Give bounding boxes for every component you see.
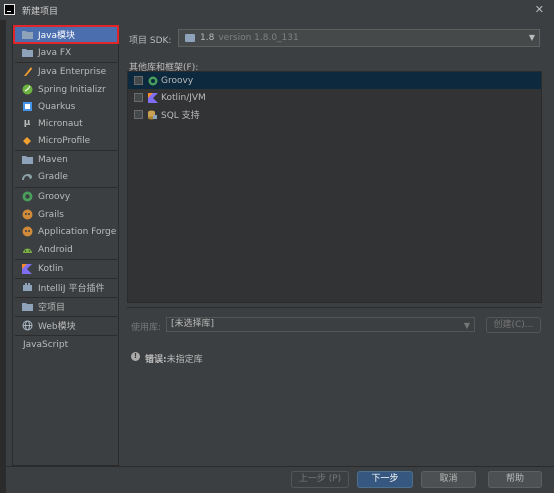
error-detail: 未指定库 bbox=[166, 355, 203, 365]
sdk-version: version 1.8.0_131 bbox=[218, 33, 299, 43]
groovy-icon bbox=[147, 75, 158, 86]
spring-icon bbox=[21, 84, 33, 96]
sidebar-item-label: Java模块 bbox=[38, 31, 76, 41]
sidebar-item-label: 空项目 bbox=[38, 303, 66, 313]
sidebar-item-javafx[interactable]: Java FX bbox=[14, 44, 118, 61]
frameworks-list: Groovy Kotlin/JVM SQL 支持 bbox=[127, 71, 542, 303]
sidebar-item-micronaut[interactable]: μ Micronaut bbox=[14, 115, 118, 132]
sidebar-item-javascript[interactable]: JavaScript bbox=[14, 336, 118, 353]
help-button[interactable]: 帮助 bbox=[488, 471, 542, 488]
microprofile-icon bbox=[21, 135, 33, 147]
chevron-down-icon: ▼ bbox=[528, 33, 535, 42]
framework-item-kotlin-jvm[interactable]: Kotlin/JVM bbox=[128, 89, 541, 106]
error-icon: ! bbox=[131, 352, 140, 361]
framework-checkbox[interactable] bbox=[134, 93, 143, 102]
create-library-button[interactable]: 创建(C)... bbox=[486, 317, 541, 333]
sidebar-item-java-module[interactable]: Java模块 bbox=[13, 25, 119, 44]
sidebar-item-empty-project[interactable]: 空项目 bbox=[14, 298, 118, 315]
java-enterprise-icon bbox=[21, 66, 33, 78]
sidebar-item-label: Java FX bbox=[38, 47, 72, 58]
sidebar-item-label: Micronaut bbox=[38, 118, 83, 129]
folder-icon bbox=[21, 29, 33, 41]
project-type-list: Java模块 Java FX Java Enterprise Spring In… bbox=[12, 25, 119, 466]
maven-icon bbox=[21, 154, 33, 166]
folder-icon bbox=[21, 301, 33, 313]
sidebar-item-groovy[interactable]: Groovy bbox=[14, 188, 118, 205]
sidebar-item-gradle[interactable]: Gradle bbox=[14, 168, 118, 185]
sdk-value: 1.8 bbox=[200, 33, 215, 43]
framework-checkbox[interactable] bbox=[134, 76, 143, 85]
sidebar-item-label: MicroProfile bbox=[38, 135, 91, 146]
error-label: 错误: bbox=[145, 355, 167, 365]
grails-icon bbox=[21, 209, 33, 221]
sidebar-item-grails[interactable]: Grails bbox=[14, 206, 118, 223]
sidebar-item-quarkus[interactable]: Quarkus bbox=[14, 98, 118, 115]
library-label: 使用库: bbox=[131, 323, 162, 333]
divider bbox=[6, 466, 554, 467]
groovy-icon bbox=[21, 191, 33, 203]
quarkus-icon bbox=[21, 101, 33, 113]
sdk-dropdown[interactable]: 1.8 version 1.8.0_131 ▼ bbox=[178, 29, 540, 47]
sql-icon bbox=[147, 109, 158, 120]
android-icon bbox=[21, 244, 33, 256]
sidebar-item-intellij-plugin[interactable]: IntelliJ 平台插件 bbox=[14, 279, 118, 296]
sidebar-item-maven[interactable]: Maven bbox=[14, 151, 118, 168]
sidebar-item-kotlin[interactable]: Kotlin bbox=[14, 260, 118, 277]
sidebar-item-application-forge[interactable]: Application Forge bbox=[14, 223, 118, 240]
sidebar-item-spring-initializr[interactable]: Spring Initializr bbox=[14, 81, 118, 98]
sidebar-item-label: Kotlin bbox=[38, 263, 64, 274]
sidebar-item-label: Application Forge bbox=[38, 226, 117, 237]
globe-icon bbox=[21, 320, 33, 332]
sidebar-item-web-module[interactable]: Web模块 bbox=[14, 317, 118, 334]
background-window-edge bbox=[0, 20, 6, 493]
intellij-app-icon bbox=[4, 4, 15, 15]
folder-icon bbox=[21, 47, 33, 59]
micronaut-icon: μ bbox=[23, 118, 31, 128]
title-bar: 新建项目 ✕ bbox=[0, 0, 554, 20]
framework-item-sql-support[interactable]: SQL 支持 bbox=[128, 106, 541, 123]
cancel-button[interactable]: 取消 bbox=[421, 471, 476, 488]
error-message: 错误:未指定库 bbox=[145, 352, 203, 365]
library-dropdown[interactable]: [未选择库] ▼ bbox=[166, 317, 475, 332]
framework-item-groovy[interactable]: Groovy bbox=[128, 72, 541, 89]
sidebar-item-microprofile[interactable]: MicroProfile bbox=[14, 132, 118, 149]
sidebar-item-label: Java Enterprise bbox=[38, 66, 107, 77]
sidebar-item-android[interactable]: Android bbox=[14, 241, 118, 258]
framework-label: Kotlin/JVM bbox=[161, 92, 206, 103]
intellij-plugin-icon bbox=[21, 282, 33, 294]
next-button[interactable]: 下一步 bbox=[357, 471, 413, 488]
kotlin-icon bbox=[21, 263, 33, 275]
sidebar-item-label: Gradle bbox=[38, 171, 68, 182]
sidebar-item-label: Grails bbox=[38, 209, 64, 220]
close-icon[interactable]: ✕ bbox=[535, 3, 544, 16]
sidebar-item-java-enterprise[interactable]: Java Enterprise bbox=[14, 63, 118, 80]
sidebar-item-label: Spring Initializr bbox=[38, 84, 106, 95]
framework-checkbox[interactable] bbox=[134, 110, 143, 119]
framework-label: Groovy bbox=[161, 75, 194, 86]
chevron-down-icon: ▼ bbox=[463, 321, 470, 330]
sidebar-item-label: JavaScript bbox=[23, 339, 69, 350]
sidebar-item-label: IntelliJ 平台插件 bbox=[38, 284, 105, 294]
gradle-icon bbox=[21, 171, 33, 183]
sidebar-item-label: Web模块 bbox=[38, 322, 76, 332]
previous-button[interactable]: 上一步 (P) bbox=[291, 471, 349, 488]
application-forge-icon bbox=[21, 226, 33, 238]
framework-label: SQL 支持 bbox=[161, 111, 200, 121]
sidebar-item-label: Groovy bbox=[38, 191, 71, 202]
sdk-label: 项目 SDK: bbox=[129, 36, 172, 46]
folder-icon bbox=[185, 34, 195, 42]
splitter-handle[interactable] bbox=[127, 307, 542, 308]
kotlin-icon bbox=[147, 92, 158, 103]
window-title: 新建项目 bbox=[22, 7, 59, 17]
sidebar-item-label: Maven bbox=[38, 154, 68, 165]
sidebar-item-label: Android bbox=[38, 244, 73, 255]
sidebar-item-label: Quarkus bbox=[38, 101, 76, 112]
library-value: [未选择库] bbox=[171, 319, 215, 329]
